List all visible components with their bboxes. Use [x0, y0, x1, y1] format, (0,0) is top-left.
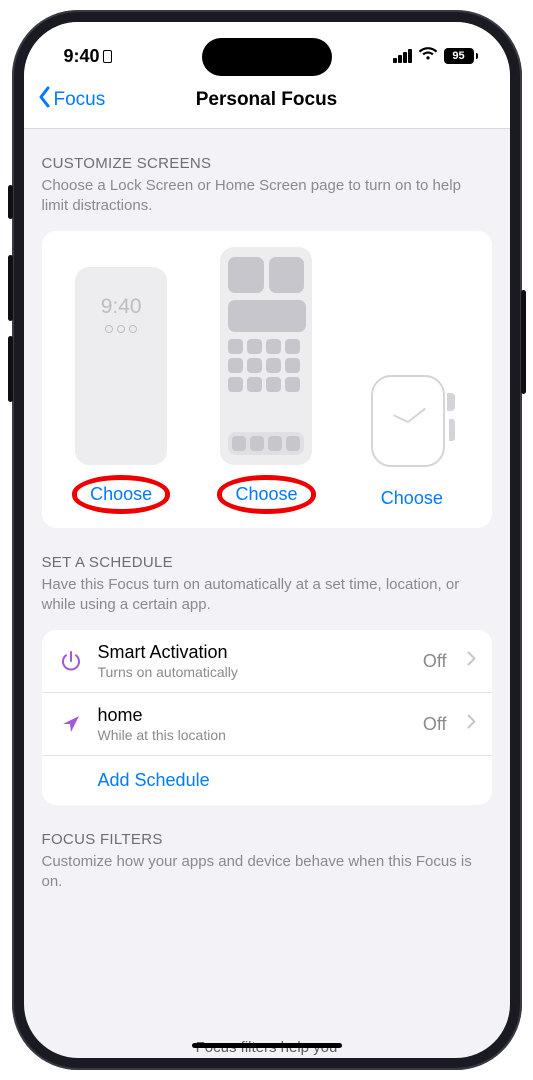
back-button[interactable]: Focus: [36, 86, 106, 114]
home-screen-preview[interactable]: [220, 247, 312, 465]
chevron-right-icon: [467, 714, 476, 734]
filters-desc: Customize how your apps and device behav…: [42, 852, 492, 891]
content: CUSTOMIZE SCREENS Choose a Lock Screen o…: [24, 129, 510, 899]
schedule-list: Smart Activation Turns on automatically …: [42, 630, 492, 805]
choose-watch-button[interactable]: Choose: [367, 483, 457, 514]
customize-heading: CUSTOMIZE SCREENS: [42, 155, 492, 172]
customize-section-header: CUSTOMIZE SCREENS Choose a Lock Screen o…: [24, 129, 510, 223]
power-button: [521, 290, 526, 394]
silence-switch: [8, 185, 13, 219]
screen: 9:40 95 Focus Personal Fo: [24, 22, 510, 1058]
filters-section-header: FOCUS FILTERS Customize how your apps an…: [24, 805, 510, 899]
lock-preview-widgets: [105, 325, 137, 333]
smart-activation-row[interactable]: Smart Activation Turns on automatically …: [42, 630, 492, 693]
smart-activation-value: Off: [423, 651, 447, 672]
page-title: Personal Focus: [196, 89, 338, 111]
phone-frame: 9:40 95 Focus Personal Fo: [12, 10, 522, 1070]
chevron-left-icon: [36, 86, 52, 114]
watch-hands-icon: [388, 401, 428, 441]
home-location-sub: While at this location: [98, 727, 409, 743]
home-widget-row-1: [228, 257, 304, 293]
home-app-grid: [228, 339, 304, 392]
home-location-value: Off: [423, 714, 447, 735]
choose-home-screen-button[interactable]: Choose: [217, 475, 315, 514]
back-label: Focus: [54, 89, 106, 111]
nav-bar: Focus Personal Focus: [24, 78, 510, 129]
home-dock: [228, 432, 304, 455]
smart-activation-title: Smart Activation: [98, 642, 409, 663]
volume-up-button: [8, 255, 13, 321]
smart-activation-sub: Turns on automatically: [98, 664, 409, 680]
home-indicator[interactable]: [192, 1043, 342, 1048]
choose-lock-screen-button[interactable]: Choose: [72, 475, 170, 514]
sim-card-icon: [103, 50, 112, 63]
dynamic-island: [202, 38, 332, 76]
schedule-section-header: SET A SCHEDULE Have this Focus turn on a…: [24, 528, 510, 622]
home-widget-large: [228, 300, 306, 332]
screens-row: 9:40 Choose: [52, 247, 482, 514]
screens-card: 9:40 Choose: [42, 231, 492, 528]
lock-screen-option: 9:40 Choose: [52, 267, 191, 514]
schedule-desc: Have this Focus turn on automatically at…: [42, 575, 492, 614]
status-time: 9:40: [64, 46, 112, 67]
power-icon: [58, 649, 84, 673]
lock-screen-preview[interactable]: 9:40: [75, 267, 167, 465]
chevron-right-icon: [467, 651, 476, 671]
volume-down-button: [8, 336, 13, 402]
location-arrow-icon: [58, 713, 84, 735]
filters-heading: FOCUS FILTERS: [42, 831, 492, 848]
cellular-signal-icon: [393, 49, 412, 63]
wifi-icon: [418, 46, 438, 66]
home-screen-option: Choose: [197, 247, 336, 514]
status-right: 95: [393, 46, 478, 66]
battery-level: 95: [444, 48, 474, 64]
watch-option: Choose: [342, 369, 481, 514]
add-schedule-button[interactable]: Add Schedule: [42, 756, 492, 805]
home-location-row[interactable]: home While at this location Off: [42, 693, 492, 756]
schedule-heading: SET A SCHEDULE: [42, 554, 492, 571]
lock-preview-time: 9:40: [101, 295, 142, 319]
customize-desc: Choose a Lock Screen or Home Screen page…: [42, 176, 492, 215]
watch-face-preview[interactable]: [369, 369, 455, 473]
battery-icon: 95: [444, 48, 478, 64]
home-location-title: home: [98, 705, 409, 726]
time-label: 9:40: [64, 46, 100, 67]
